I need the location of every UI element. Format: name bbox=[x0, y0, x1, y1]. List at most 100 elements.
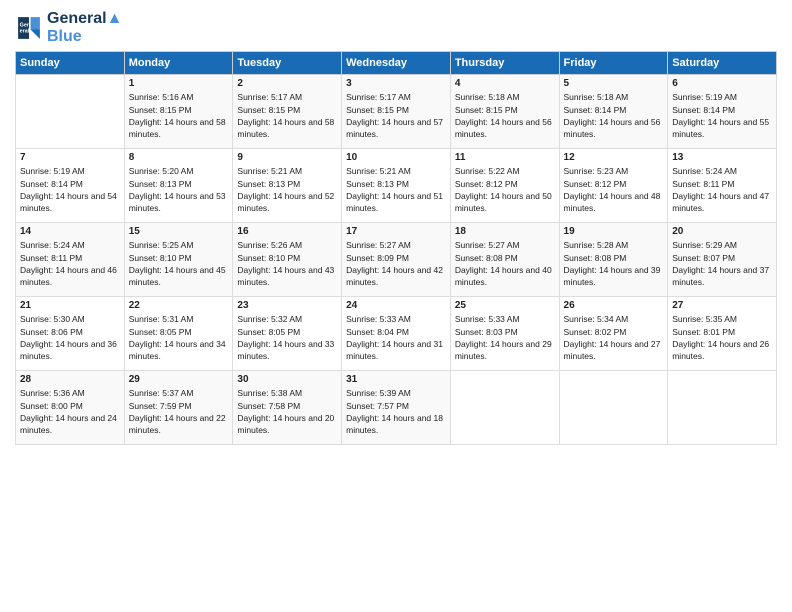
day-info: Sunrise: 5:17 AMSunset: 8:15 PMDaylight:… bbox=[346, 91, 446, 140]
day-cell: 23 Sunrise: 5:32 AMSunset: 8:05 PMDaylig… bbox=[233, 297, 342, 371]
day-info: Sunrise: 5:38 AMSunset: 7:58 PMDaylight:… bbox=[237, 387, 337, 436]
day-info: Sunrise: 5:17 AMSunset: 8:15 PMDaylight:… bbox=[237, 91, 337, 140]
day-cell bbox=[16, 75, 125, 149]
day-info: Sunrise: 5:28 AMSunset: 8:08 PMDaylight:… bbox=[564, 239, 664, 288]
day-info: Sunrise: 5:21 AMSunset: 8:13 PMDaylight:… bbox=[237, 165, 337, 214]
day-info: Sunrise: 5:33 AMSunset: 8:03 PMDaylight:… bbox=[455, 313, 555, 362]
day-info: Sunrise: 5:30 AMSunset: 8:06 PMDaylight:… bbox=[20, 313, 120, 362]
day-cell bbox=[559, 371, 668, 445]
day-cell: 9 Sunrise: 5:21 AMSunset: 8:13 PMDayligh… bbox=[233, 149, 342, 223]
day-info: Sunrise: 5:36 AMSunset: 8:00 PMDaylight:… bbox=[20, 387, 120, 436]
day-info: Sunrise: 5:19 AMSunset: 8:14 PMDaylight:… bbox=[20, 165, 120, 214]
day-cell: 28 Sunrise: 5:36 AMSunset: 8:00 PMDaylig… bbox=[16, 371, 125, 445]
day-cell: 8 Sunrise: 5:20 AMSunset: 8:13 PMDayligh… bbox=[124, 149, 233, 223]
day-cell: 18 Sunrise: 5:27 AMSunset: 8:08 PMDaylig… bbox=[450, 223, 559, 297]
day-cell: 14 Sunrise: 5:24 AMSunset: 8:11 PMDaylig… bbox=[16, 223, 125, 297]
day-number: 23 bbox=[237, 300, 337, 311]
day-info: Sunrise: 5:22 AMSunset: 8:12 PMDaylight:… bbox=[455, 165, 555, 214]
day-cell: 20 Sunrise: 5:29 AMSunset: 8:07 PMDaylig… bbox=[668, 223, 777, 297]
day-info: Sunrise: 5:18 AMSunset: 8:15 PMDaylight:… bbox=[455, 91, 555, 140]
day-number: 7 bbox=[20, 152, 120, 163]
day-info: Sunrise: 5:27 AMSunset: 8:08 PMDaylight:… bbox=[455, 239, 555, 288]
day-number: 6 bbox=[672, 78, 772, 89]
day-info: Sunrise: 5:19 AMSunset: 8:14 PMDaylight:… bbox=[672, 91, 772, 140]
day-number: 5 bbox=[564, 78, 664, 89]
day-cell: 1 Sunrise: 5:16 AMSunset: 8:15 PMDayligh… bbox=[124, 75, 233, 149]
logo: Gen eral General▲ Blue bbox=[15, 10, 122, 45]
svg-text:Gen: Gen bbox=[20, 22, 31, 28]
day-info: Sunrise: 5:20 AMSunset: 8:13 PMDaylight:… bbox=[129, 165, 229, 214]
week-row-5: 28 Sunrise: 5:36 AMSunset: 8:00 PMDaylig… bbox=[16, 371, 777, 445]
day-number: 15 bbox=[129, 226, 229, 237]
day-number: 19 bbox=[564, 226, 664, 237]
week-row-2: 7 Sunrise: 5:19 AMSunset: 8:14 PMDayligh… bbox=[16, 149, 777, 223]
day-cell: 17 Sunrise: 5:27 AMSunset: 8:09 PMDaylig… bbox=[342, 223, 451, 297]
day-cell bbox=[668, 371, 777, 445]
day-info: Sunrise: 5:26 AMSunset: 8:10 PMDaylight:… bbox=[237, 239, 337, 288]
header-cell-friday: Friday bbox=[559, 52, 668, 75]
header-cell-tuesday: Tuesday bbox=[233, 52, 342, 75]
day-number: 30 bbox=[237, 374, 337, 385]
day-number: 8 bbox=[129, 152, 229, 163]
day-number: 24 bbox=[346, 300, 446, 311]
header-cell-monday: Monday bbox=[124, 52, 233, 75]
day-cell: 21 Sunrise: 5:30 AMSunset: 8:06 PMDaylig… bbox=[16, 297, 125, 371]
day-cell: 31 Sunrise: 5:39 AMSunset: 7:57 PMDaylig… bbox=[342, 371, 451, 445]
day-number: 18 bbox=[455, 226, 555, 237]
day-info: Sunrise: 5:35 AMSunset: 8:01 PMDaylight:… bbox=[672, 313, 772, 362]
header-cell-sunday: Sunday bbox=[16, 52, 125, 75]
day-info: Sunrise: 5:29 AMSunset: 8:07 PMDaylight:… bbox=[672, 239, 772, 288]
day-info: Sunrise: 5:32 AMSunset: 8:05 PMDaylight:… bbox=[237, 313, 337, 362]
day-number: 1 bbox=[129, 78, 229, 89]
day-info: Sunrise: 5:16 AMSunset: 8:15 PMDaylight:… bbox=[129, 91, 229, 140]
logo-icon: Gen eral bbox=[15, 14, 43, 42]
day-cell: 10 Sunrise: 5:21 AMSunset: 8:13 PMDaylig… bbox=[342, 149, 451, 223]
svg-text:eral: eral bbox=[20, 28, 30, 34]
day-cell: 13 Sunrise: 5:24 AMSunset: 8:11 PMDaylig… bbox=[668, 149, 777, 223]
day-cell: 5 Sunrise: 5:18 AMSunset: 8:14 PMDayligh… bbox=[559, 75, 668, 149]
day-cell: 6 Sunrise: 5:19 AMSunset: 8:14 PMDayligh… bbox=[668, 75, 777, 149]
day-cell: 7 Sunrise: 5:19 AMSunset: 8:14 PMDayligh… bbox=[16, 149, 125, 223]
day-cell: 26 Sunrise: 5:34 AMSunset: 8:02 PMDaylig… bbox=[559, 297, 668, 371]
day-cell: 29 Sunrise: 5:37 AMSunset: 7:59 PMDaylig… bbox=[124, 371, 233, 445]
day-number: 11 bbox=[455, 152, 555, 163]
day-info: Sunrise: 5:24 AMSunset: 8:11 PMDaylight:… bbox=[20, 239, 120, 288]
day-cell: 24 Sunrise: 5:33 AMSunset: 8:04 PMDaylig… bbox=[342, 297, 451, 371]
day-number: 20 bbox=[672, 226, 772, 237]
day-number: 12 bbox=[564, 152, 664, 163]
day-number: 14 bbox=[20, 226, 120, 237]
header-cell-saturday: Saturday bbox=[668, 52, 777, 75]
header: Gen eral General▲ Blue bbox=[15, 10, 777, 45]
day-info: Sunrise: 5:18 AMSunset: 8:14 PMDaylight:… bbox=[564, 91, 664, 140]
day-info: Sunrise: 5:21 AMSunset: 8:13 PMDaylight:… bbox=[346, 165, 446, 214]
day-number: 13 bbox=[672, 152, 772, 163]
header-cell-thursday: Thursday bbox=[450, 52, 559, 75]
calendar-page: Gen eral General▲ Blue SundayMondayTuesd… bbox=[0, 0, 792, 612]
day-cell: 2 Sunrise: 5:17 AMSunset: 8:15 PMDayligh… bbox=[233, 75, 342, 149]
day-number: 22 bbox=[129, 300, 229, 311]
day-cell: 11 Sunrise: 5:22 AMSunset: 8:12 PMDaylig… bbox=[450, 149, 559, 223]
day-cell: 16 Sunrise: 5:26 AMSunset: 8:10 PMDaylig… bbox=[233, 223, 342, 297]
day-number: 2 bbox=[237, 78, 337, 89]
week-row-1: 1 Sunrise: 5:16 AMSunset: 8:15 PMDayligh… bbox=[16, 75, 777, 149]
day-cell: 30 Sunrise: 5:38 AMSunset: 7:58 PMDaylig… bbox=[233, 371, 342, 445]
day-info: Sunrise: 5:39 AMSunset: 7:57 PMDaylight:… bbox=[346, 387, 446, 436]
day-number: 27 bbox=[672, 300, 772, 311]
day-info: Sunrise: 5:34 AMSunset: 8:02 PMDaylight:… bbox=[564, 313, 664, 362]
day-number: 9 bbox=[237, 152, 337, 163]
day-number: 25 bbox=[455, 300, 555, 311]
day-number: 29 bbox=[129, 374, 229, 385]
week-row-4: 21 Sunrise: 5:30 AMSunset: 8:06 PMDaylig… bbox=[16, 297, 777, 371]
day-info: Sunrise: 5:31 AMSunset: 8:05 PMDaylight:… bbox=[129, 313, 229, 362]
day-cell: 12 Sunrise: 5:23 AMSunset: 8:12 PMDaylig… bbox=[559, 149, 668, 223]
day-info: Sunrise: 5:33 AMSunset: 8:04 PMDaylight:… bbox=[346, 313, 446, 362]
day-number: 17 bbox=[346, 226, 446, 237]
day-cell: 27 Sunrise: 5:35 AMSunset: 8:01 PMDaylig… bbox=[668, 297, 777, 371]
day-info: Sunrise: 5:37 AMSunset: 7:59 PMDaylight:… bbox=[129, 387, 229, 436]
day-cell: 4 Sunrise: 5:18 AMSunset: 8:15 PMDayligh… bbox=[450, 75, 559, 149]
day-number: 16 bbox=[237, 226, 337, 237]
day-cell bbox=[450, 371, 559, 445]
day-number: 28 bbox=[20, 374, 120, 385]
calendar-table: SundayMondayTuesdayWednesdayThursdayFrid… bbox=[15, 51, 777, 445]
day-info: Sunrise: 5:23 AMSunset: 8:12 PMDaylight:… bbox=[564, 165, 664, 214]
